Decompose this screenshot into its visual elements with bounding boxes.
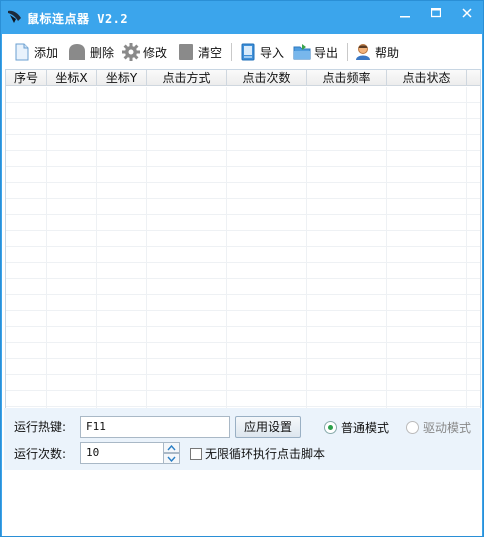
mouse-app-icon <box>6 9 24 25</box>
infinite-loop-checkbox[interactable]: 无限循环执行点击脚本 <box>190 445 325 462</box>
column-header-y[interactable]: 坐标Y <box>97 70 147 86</box>
grid-line <box>96 87 97 439</box>
gear-icon <box>122 43 140 61</box>
delete-icon <box>67 43 87 61</box>
folder-export-icon <box>293 43 311 61</box>
run-count-stepper[interactable] <box>163 442 180 464</box>
add-label: 添加 <box>34 45 59 60</box>
table-body[interactable] <box>6 87 480 439</box>
driver-mode-label: 驱动模式 <box>423 421 472 435</box>
column-header-click-frequency[interactable]: 点击频率 <box>307 70 387 86</box>
add-button[interactable]: 添加 <box>13 42 58 62</box>
app-window: 鼠标连点器 V2.2 添加 删除 修改 清空 导入 导出 帮助 序号 坐标X 坐… <box>0 0 484 537</box>
clear-icon <box>177 43 195 61</box>
document-add-icon <box>13 43 31 61</box>
edit-label: 修改 <box>143 45 168 60</box>
grid-line <box>226 87 227 439</box>
infinite-loop-label: 无限循环执行点击脚本 <box>205 447 326 461</box>
column-header-index[interactable]: 序号 <box>6 70 47 86</box>
column-header-x[interactable]: 坐标X <box>47 70 97 86</box>
import-button[interactable]: 导入 <box>239 42 284 62</box>
run-count-input[interactable]: 10 <box>80 442 164 464</box>
grid-line <box>306 87 307 439</box>
clear-button[interactable]: 清空 <box>177 42 222 62</box>
maximize-button[interactable] <box>422 1 450 25</box>
driver-mode-radio[interactable]: 驱动模式 <box>406 419 471 436</box>
hotkey-input[interactable]: F11 <box>80 416 230 438</box>
normal-mode-radio[interactable]: 普通模式 <box>324 419 389 436</box>
table-header: 序号 坐标X 坐标Y 点击方式 点击次数 点击频率 点击状态 <box>6 70 480 86</box>
import-icon <box>239 43 257 61</box>
window-title: 鼠标连点器 V2.2 <box>27 12 129 26</box>
toolbar-separator <box>347 43 348 61</box>
close-button[interactable] <box>453 1 481 25</box>
user-help-icon <box>354 43 372 61</box>
column-header-click-status[interactable]: 点击状态 <box>387 70 467 86</box>
grid-line <box>46 87 47 439</box>
settings-panel: 运行热键: F11 应用设置 普通模式 驱动模式 运行次数: 10 无限循环执行… <box>4 408 481 470</box>
export-button[interactable]: 导出 <box>293 42 338 62</box>
help-button[interactable]: 帮助 <box>354 42 399 62</box>
click-list-table[interactable]: 序号 坐标X 坐标Y 点击方式 点击次数 点击频率 点击状态 <box>5 69 481 440</box>
import-label: 导入 <box>260 45 285 60</box>
help-label: 帮助 <box>375 45 400 60</box>
hotkey-label: 运行热键: <box>14 420 67 434</box>
apply-settings-button[interactable]: 应用设置 <box>235 416 301 438</box>
run-count-label: 运行次数: <box>14 447 67 461</box>
normal-mode-label: 普通模式 <box>341 421 390 435</box>
delete-button[interactable]: 删除 <box>67 42 114 62</box>
grid-line <box>386 87 387 439</box>
toolbar-separator <box>231 43 232 61</box>
clear-label: 清空 <box>198 45 223 60</box>
stepper-down-icon[interactable] <box>163 453 180 464</box>
minimize-button[interactable] <box>391 1 419 25</box>
radio-unselected-icon <box>406 421 419 434</box>
edit-button[interactable]: 修改 <box>122 42 167 62</box>
grid-line <box>146 87 147 439</box>
export-label: 导出 <box>314 45 339 60</box>
stepper-up-icon[interactable] <box>163 442 180 453</box>
column-header-click-method[interactable]: 点击方式 <box>147 70 227 86</box>
client-area: 添加 删除 修改 清空 导入 导出 帮助 序号 坐标X 坐标Y 点击方式 点击次… <box>2 34 482 536</box>
title-bar[interactable]: 鼠标连点器 V2.2 <box>1 1 483 34</box>
grid-line <box>466 87 467 439</box>
checkbox-box <box>190 447 202 460</box>
delete-label: 删除 <box>90 45 115 60</box>
toolbar: 添加 删除 修改 清空 导入 导出 帮助 <box>2 34 482 69</box>
column-header-click-count[interactable]: 点击次数 <box>227 70 307 86</box>
radio-selected-icon <box>324 421 337 434</box>
